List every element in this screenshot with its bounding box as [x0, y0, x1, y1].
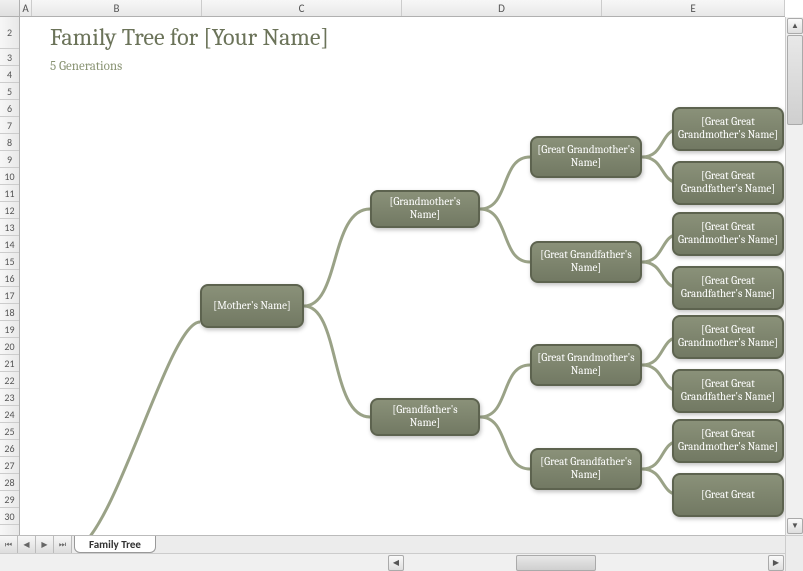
node-great-grandmother-1[interactable]: [Great Grandmother's Name]	[530, 136, 642, 178]
tab-last-button[interactable]: ⏭	[54, 536, 72, 553]
sheet-tab-bar: ⏮ ◀ ▶ ⏭ Family Tree	[0, 535, 785, 553]
row-header[interactable]: 16	[0, 270, 19, 287]
tab-nav-buttons: ⏮ ◀ ▶ ⏭	[0, 536, 72, 553]
select-all-corner[interactable]	[0, 0, 20, 17]
col-header-B[interactable]: B	[32, 0, 202, 16]
row-header[interactable]: 13	[0, 219, 19, 236]
scroll-right-button[interactable]: ▶	[768, 555, 784, 571]
sheet-tab-family-tree[interactable]: Family Tree	[74, 536, 156, 553]
row-header[interactable]: 12	[0, 202, 19, 219]
col-header-A[interactable]: A	[20, 0, 32, 16]
row-header[interactable]: 30	[0, 508, 19, 525]
col-header-E[interactable]: E	[602, 0, 785, 16]
node-ggg-cutoff[interactable]: [Great Great	[672, 473, 784, 517]
row-header[interactable]: 20	[0, 338, 19, 355]
vertical-scrollbar[interactable]: ▲ ▼	[785, 17, 803, 535]
row-header[interactable]: 9	[0, 151, 19, 168]
row-header[interactable]: 27	[0, 457, 19, 474]
tab-next-button[interactable]: ▶	[36, 536, 54, 553]
node-grandmother[interactable]: [Grandmother's Name]	[370, 190, 480, 228]
node-mother[interactable]: [Mother's Name]	[200, 284, 304, 328]
row-header[interactable]: 24	[0, 406, 19, 423]
page-title: Family Tree for [Your Name]	[50, 23, 329, 51]
row-header[interactable]: 11	[0, 185, 19, 202]
excel-window: A B C D E 2 3 4 5 6 7 8 9 10 11 12 13 14…	[0, 0, 803, 571]
row-header[interactable]: 4	[0, 66, 19, 83]
row-header[interactable]: 23	[0, 389, 19, 406]
col-header-C[interactable]: C	[202, 0, 402, 16]
row-header[interactable]: 15	[0, 253, 19, 270]
scroll-up-button[interactable]: ▲	[787, 18, 803, 34]
row-header[interactable]: 26	[0, 440, 19, 457]
worksheet-area[interactable]: Family Tree for [Your Name] 5 Generation…	[20, 17, 785, 535]
tab-prev-button[interactable]: ◀	[18, 536, 36, 553]
node-ggg-grandfather-1[interactable]: [Great Great Grandfather's Name]	[672, 161, 784, 205]
node-ggg-grandmother-1[interactable]: [Great Great Grandmother's Name]	[672, 107, 784, 151]
node-great-grandfather-2[interactable]: [Great Grandfather's Name]	[530, 448, 642, 490]
row-header[interactable]: 29	[0, 491, 19, 508]
row-header[interactable]: 19	[0, 321, 19, 338]
scroll-left-button[interactable]: ◀	[388, 555, 404, 571]
row-header[interactable]: 25	[0, 423, 19, 440]
node-ggg-grandmother-4[interactable]: [Great Great Grandmother's Name]	[672, 419, 784, 463]
page-subtitle: 5 Generations	[50, 59, 122, 74]
column-headers: A B C D E	[20, 0, 785, 17]
node-ggg-grandmother-2[interactable]: [Great Great Grandmother's Name]	[672, 212, 784, 256]
resize-corner	[785, 535, 803, 571]
row-header[interactable]: 7	[0, 117, 19, 134]
row-header[interactable]: 22	[0, 372, 19, 389]
horizontal-scrollbar[interactable]: ◀ ▶	[0, 553, 785, 571]
vertical-scroll-thumb[interactable]	[787, 35, 803, 125]
horizontal-scroll-track[interactable]	[406, 555, 766, 571]
scroll-down-button[interactable]: ▼	[787, 518, 803, 534]
node-great-grandfather-1[interactable]: [Great Grandfather's Name]	[530, 241, 642, 283]
tab-first-button[interactable]: ⏮	[0, 536, 18, 553]
row-headers: 2 3 4 5 6 7 8 9 10 11 12 13 14 15 16 17 …	[0, 17, 20, 535]
row-header[interactable]: 6	[0, 100, 19, 117]
row-header[interactable]: 5	[0, 83, 19, 100]
tab-spacer	[156, 536, 785, 553]
node-ggg-grandfather-3[interactable]: [Great Great Grandfather's Name]	[672, 369, 784, 413]
row-header[interactable]: 10	[0, 168, 19, 185]
row-header[interactable]: 2	[0, 17, 19, 49]
row-header[interactable]: 28	[0, 474, 19, 491]
row-header[interactable]: 18	[0, 304, 19, 321]
node-grandfather[interactable]: [Grandfather's Name]	[370, 398, 480, 436]
col-header-D[interactable]: D	[402, 0, 602, 16]
row-header[interactable]: 8	[0, 134, 19, 151]
node-great-grandmother-2[interactable]: [Great Grandmother's Name]	[530, 344, 642, 386]
tree-connectors	[20, 17, 785, 535]
row-header[interactable]: 14	[0, 236, 19, 253]
node-ggg-grandmother-3[interactable]: [Great Great Grandmother's Name]	[672, 315, 784, 359]
row-header[interactable]: 17	[0, 287, 19, 304]
row-header[interactable]: 21	[0, 355, 19, 372]
row-header[interactable]: 3	[0, 49, 19, 66]
node-ggg-grandfather-2[interactable]: [Great Great Grandfather's Name]	[672, 266, 784, 310]
horizontal-scroll-thumb[interactable]	[516, 555, 596, 571]
